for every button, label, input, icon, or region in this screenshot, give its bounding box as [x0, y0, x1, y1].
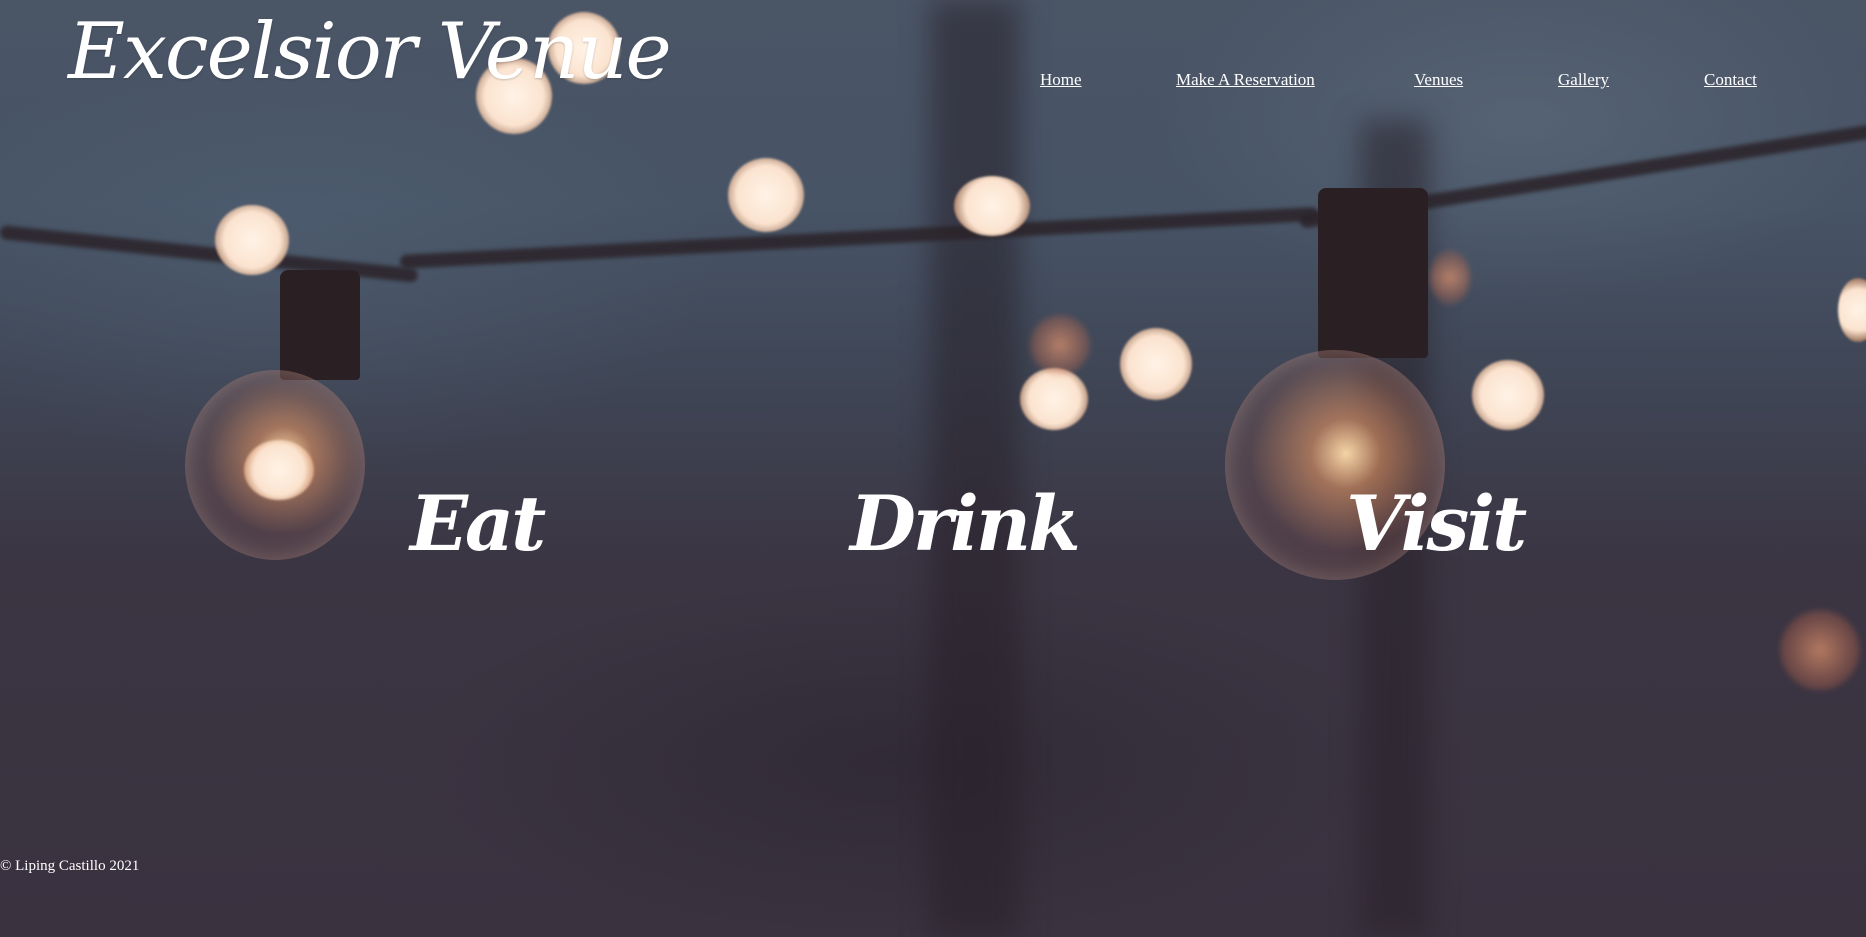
nav-link-gallery[interactable]: Gallery [1558, 70, 1609, 90]
bokeh-light [1020, 368, 1088, 430]
footer-copyright: © Liping Castillo 2021 [0, 858, 140, 874]
bokeh-light [954, 176, 1030, 236]
nav-link-contact[interactable]: Contact [1704, 70, 1757, 90]
nav-link-venues[interactable]: Venues [1414, 70, 1463, 90]
bokeh-light [1472, 360, 1544, 430]
background-pole [930, 0, 1020, 937]
hero-word-eat: Eat [410, 479, 546, 568]
bokeh-light [1430, 250, 1470, 305]
bokeh-light [215, 205, 289, 275]
nav-link-make-a-reservation[interactable]: Make A Reservation [1176, 70, 1315, 90]
bokeh-light [1120, 328, 1192, 400]
background-image [0, 0, 1866, 937]
light-socket [1318, 188, 1428, 358]
nav-link-home[interactable]: Home [1040, 70, 1082, 90]
hero-word-drink: Drink [850, 479, 1081, 568]
bokeh-light [244, 440, 314, 500]
light-socket [280, 270, 360, 380]
bokeh-light [728, 158, 804, 232]
site-logo[interactable]: Excelsior Venue [68, 6, 672, 100]
hero-word-visit: Visit [1346, 479, 1527, 568]
bokeh-light [1030, 315, 1090, 375]
bokeh-light [1780, 610, 1860, 690]
